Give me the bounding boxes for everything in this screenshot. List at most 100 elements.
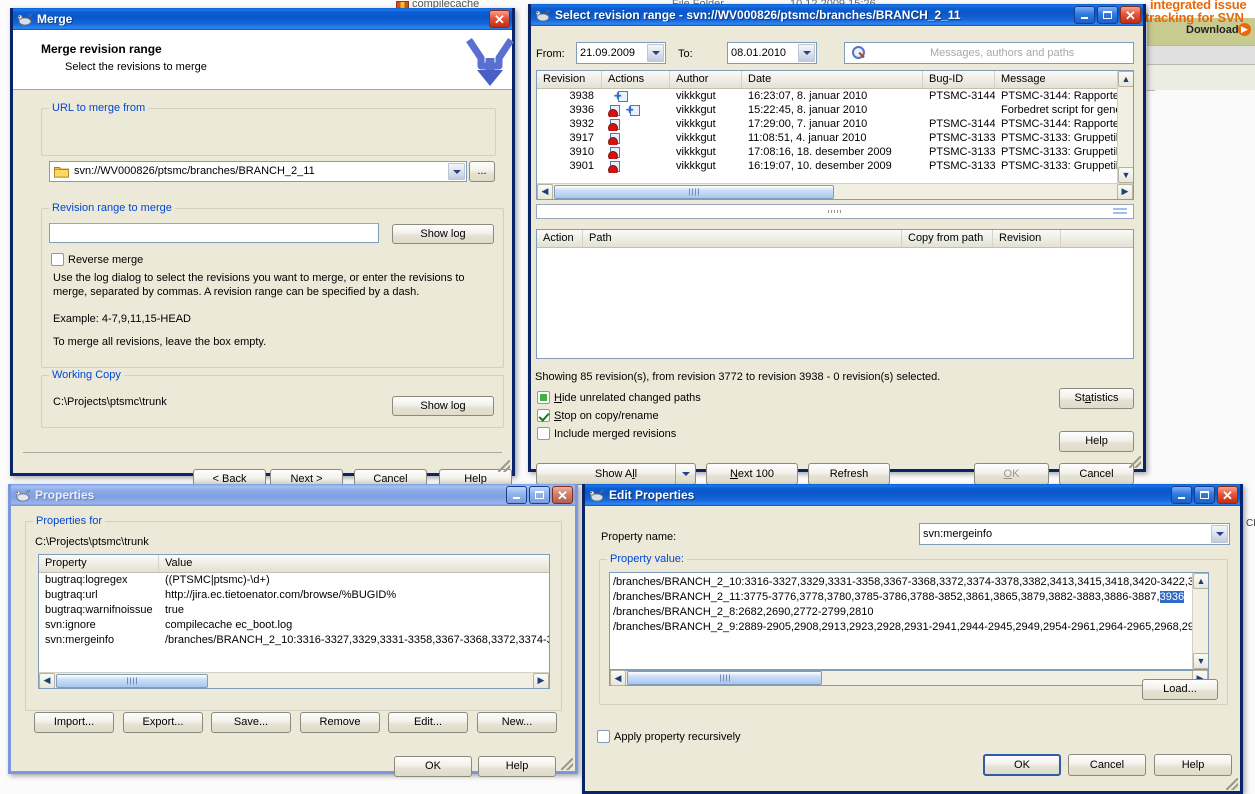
close-icon[interactable]: ✕	[489, 10, 510, 28]
column-path[interactable]: Path	[583, 230, 902, 247]
merge-dialog[interactable]: Merge ✕ Merge revision range Select the …	[10, 8, 515, 490]
properties-dialog[interactable]: Properties ✕ Properties for C:\Projects\…	[8, 484, 578, 777]
column-author[interactable]: Author	[670, 71, 742, 88]
maximize-icon[interactable]	[1194, 486, 1215, 504]
selected-text[interactable]: 3936	[1159, 591, 1185, 603]
minimize-icon[interactable]	[1074, 6, 1095, 24]
table-row[interactable]: 3932 vikkkgut 17:29:00, 7. januar 2010 PTSM…	[537, 117, 1133, 131]
resize-grip[interactable]	[561, 758, 573, 770]
property-name-combobox[interactable]: svn:mergeinfo	[919, 523, 1230, 545]
show-log-button-range[interactable]: Show log	[392, 224, 494, 244]
column-date[interactable]: Date	[742, 71, 923, 88]
close-icon[interactable]: ✕	[1120, 6, 1141, 24]
scroll-left-icon[interactable]: ◀	[537, 183, 553, 199]
ok-button[interactable]: OK	[394, 756, 472, 777]
merge-dialog-titlebar[interactable]: Merge ✕	[13, 8, 512, 30]
edit-button[interactable]: Edit...	[388, 712, 468, 733]
property-value-line[interactable]: /branches/BRANCH_2_9:2889-2905,2908,2913…	[610, 620, 1208, 635]
ad-download-label[interactable]: Download	[1186, 24, 1239, 36]
minimize-icon[interactable]	[506, 486, 527, 504]
column-property[interactable]: Property	[39, 555, 159, 572]
merge-dialog-window-buttons[interactable]: ✕	[489, 10, 510, 28]
revision-dialog-window-buttons[interactable]: ✕	[1074, 6, 1141, 24]
minimize-icon[interactable]	[1171, 486, 1192, 504]
table-row[interactable]: 3938 vikkkgut 16:23:07, 8. januar 2010 PTSM…	[537, 89, 1133, 103]
cancel-button[interactable]: Cancel	[1068, 754, 1146, 776]
chevron-down-icon[interactable]	[798, 44, 815, 62]
table-row[interactable]: svn:mergeinfo/branches/BRANCH_2_10:3316-…	[39, 633, 549, 648]
revision-dialog-titlebar[interactable]: Select revision range - svn://WV000826/p…	[531, 4, 1143, 26]
reverse-merge-checkbox[interactable]: Reverse merge	[51, 253, 143, 266]
properties-dialog-window-buttons[interactable]: ✕	[506, 486, 573, 504]
property-value-line[interactable]: /branches/BRANCH_2_8:2682,2690,2772-2799…	[610, 605, 1208, 620]
next-100-button[interactable]: Next 100	[706, 463, 798, 485]
stop-on-copy-checkbox-box[interactable]	[537, 409, 550, 422]
resize-grip[interactable]	[1129, 456, 1141, 468]
scroll-down-icon[interactable]: ▼	[1118, 167, 1133, 183]
new-button[interactable]: New...	[477, 712, 557, 733]
revision-list-header[interactable]: Revision Actions Author Date Bug-ID Mess…	[537, 71, 1133, 89]
chevron-down-icon[interactable]	[647, 44, 664, 62]
scroll-left-icon[interactable]: ◀	[39, 672, 55, 688]
ok-button[interactable]: OK	[974, 463, 1049, 485]
properties-dialog-titlebar[interactable]: Properties ✕	[11, 484, 575, 506]
url-combobox[interactable]: svn://WV000826/ptsmc/branches/BRANCH_2_1…	[49, 161, 467, 182]
cancel-button[interactable]: Cancel	[1059, 463, 1134, 485]
ad-download-arrow-icon[interactable]: ▶	[1238, 23, 1251, 36]
column-value[interactable]: Value	[159, 555, 549, 572]
property-value-vscrollbar[interactable]: ▲ ▼	[1192, 573, 1208, 669]
table-row[interactable]: 3910 vikkkgut 17:08:16, 18. desember 2009 P…	[537, 145, 1133, 159]
search-icon[interactable]	[850, 45, 868, 61]
from-datepicker[interactable]: 21.09.2009	[576, 42, 666, 64]
table-row[interactable]: 3901 vikkkgut 16:19:07, 10. desember 2009 P…	[537, 159, 1133, 173]
properties-list-rows[interactable]: bugtraq:logregex ((PTSMC|ptsmc)-\d+) bugtr…	[39, 573, 549, 648]
scroll-up-icon[interactable]: ▲	[1193, 573, 1208, 589]
table-row[interactable]: 3936 vikkkgut 15:22:45, 8. januar 2010 Forb…	[537, 103, 1133, 117]
resize-grip[interactable]	[1226, 778, 1238, 790]
column-action[interactable]: Action	[537, 230, 583, 247]
help-button[interactable]: Help	[1059, 431, 1134, 452]
splitter-bar[interactable]	[536, 204, 1134, 219]
select-revision-range-dialog[interactable]: Select revision range - svn://WV000826/p…	[528, 4, 1146, 485]
maximize-icon[interactable]	[1097, 6, 1118, 24]
edit-properties-dialog[interactable]: Edit Properties ✕ Property name: svn:mer…	[582, 484, 1243, 794]
properties-listview[interactable]: Property Value bugtraq:logregex ((PTSMC|p…	[38, 554, 550, 689]
column-actions[interactable]: Actions	[602, 71, 670, 88]
column-message[interactable]: Message	[995, 71, 1119, 88]
column-path-revision[interactable]: Revision	[993, 230, 1061, 247]
table-row[interactable]: bugtraq:warnifnoissue true	[39, 603, 549, 618]
properties-list-hscrollbar[interactable]: ◀ ▶	[39, 672, 549, 688]
scroll-right-icon[interactable]: ▶	[1117, 183, 1133, 199]
edit-properties-titlebar[interactable]: Edit Properties ✕	[585, 484, 1240, 506]
save-button[interactable]: Save...	[211, 712, 291, 733]
show-log-button-wc[interactable]: Show log	[392, 396, 494, 416]
scroll-down-icon[interactable]: ▼	[1193, 653, 1208, 669]
close-icon[interactable]: ✕	[552, 486, 573, 504]
revision-listview[interactable]: Revision Actions Author Date Bug-ID Mess…	[536, 70, 1134, 200]
remove-button[interactable]: Remove	[300, 712, 380, 733]
table-row[interactable]: bugtraq:url http://jira.ec.tietoenator.co…	[39, 588, 549, 603]
browse-url-button[interactable]: ...	[469, 161, 495, 182]
hscroll-thumb[interactable]	[627, 671, 822, 685]
table-row[interactable]: svn:ignore compilecache ec_boot.log	[39, 618, 549, 633]
filter-search-box[interactable]: Messages, authors and paths	[844, 42, 1134, 64]
ok-button[interactable]: OK	[983, 754, 1061, 776]
resize-grip[interactable]	[498, 460, 510, 472]
export-button[interactable]: Export...	[123, 712, 203, 733]
property-value-line[interactable]: /branches/BRANCH_2_10:3316-3327,3329,333…	[610, 575, 1208, 590]
column-copy-from-path[interactable]: Copy from path	[902, 230, 993, 247]
maximize-icon[interactable]	[529, 486, 550, 504]
changed-paths-header[interactable]: Action Path Copy from path Revision	[537, 230, 1133, 248]
hide-unrelated-checkbox[interactable]: Hide unrelated changed paths	[537, 391, 701, 404]
help-button[interactable]: Help	[478, 756, 556, 777]
refresh-button[interactable]: Refresh	[808, 463, 890, 485]
help-button[interactable]: Help	[1154, 754, 1232, 776]
table-row[interactable]: bugtraq:logregex ((PTSMC|ptsmc)-\d+)	[39, 573, 549, 588]
properties-list-header[interactable]: Property Value	[39, 555, 549, 573]
hscroll-thumb[interactable]	[56, 673, 208, 688]
revision-list-vscrollbar[interactable]: ▲ ▼	[1117, 71, 1133, 183]
include-merged-checkbox[interactable]: Include merged revisions	[537, 427, 676, 440]
column-revision[interactable]: Revision	[537, 71, 602, 88]
changed-paths-listview[interactable]: Action Path Copy from path Revision	[536, 229, 1134, 359]
include-merged-checkbox-box[interactable]	[537, 427, 550, 440]
